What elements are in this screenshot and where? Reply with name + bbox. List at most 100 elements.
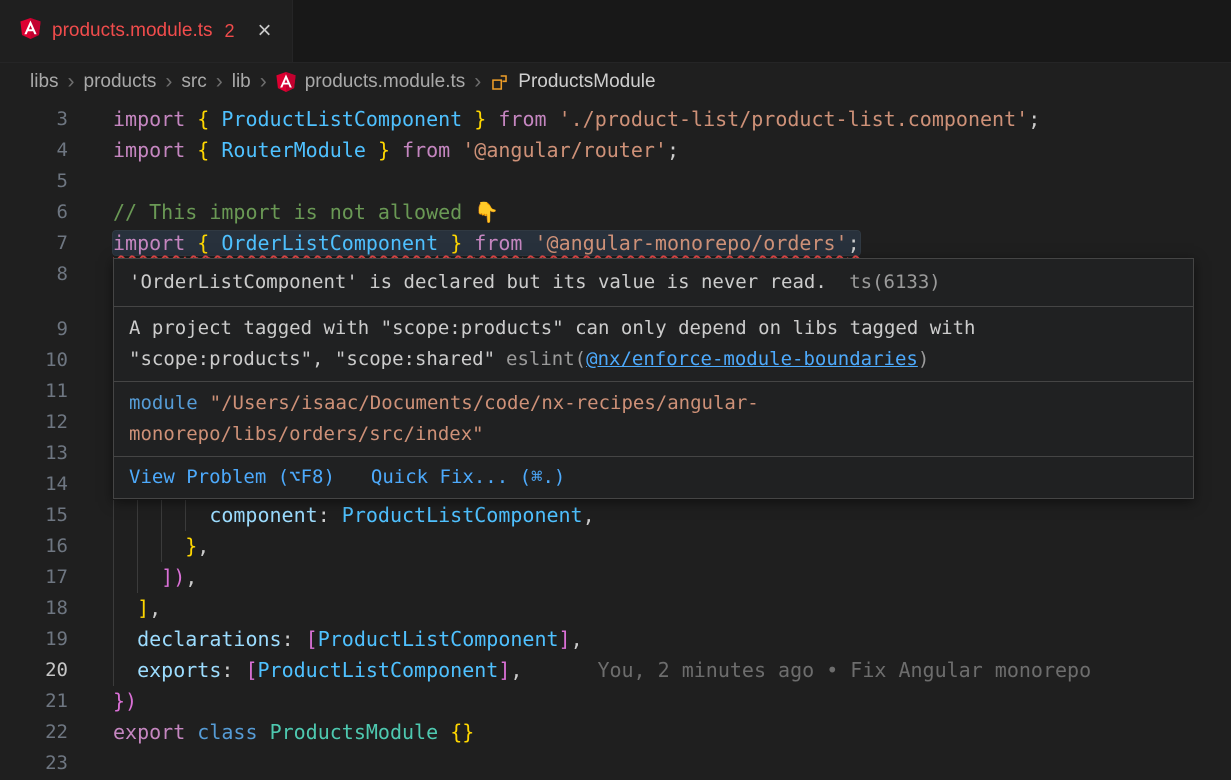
- angular-icon: [276, 72, 296, 92]
- angular-icon: [20, 18, 41, 44]
- breadcrumb-separator: ›: [465, 70, 490, 94]
- code-text: import { RouterModule } from '@angular/r…: [113, 135, 679, 166]
- code-line[interactable]: 3 import { ProductListComponent } from '.…: [0, 104, 1231, 135]
- code-text: },: [113, 531, 209, 562]
- ts-diagnostic: 'OrderListComponent' is declared but its…: [114, 259, 1193, 307]
- eslint-diagnostic: A project tagged with "scope:products" c…: [114, 307, 1193, 382]
- code-line[interactable]: 6 // This import is not allowed 👇: [0, 197, 1231, 228]
- breadcrumb-label: src: [181, 71, 206, 93]
- breadcrumb-item-src[interactable]: src: [181, 71, 206, 93]
- view-problem-action[interactable]: View Problem (⌥F8): [129, 462, 335, 493]
- line-number: 17: [0, 562, 68, 593]
- ts-diagnostic-message: 'OrderListComponent' is declared but its…: [129, 271, 827, 293]
- line-number: 9: [0, 314, 68, 345]
- breadcrumb-label: libs: [30, 71, 59, 93]
- code-line[interactable]: 22 export class ProductsModule {}: [0, 717, 1231, 748]
- tab-products-module[interactable]: products.module.ts 2 ×: [0, 0, 293, 62]
- indent-guide: [113, 593, 137, 624]
- indent-guide: [185, 500, 209, 531]
- indent-guide: [113, 500, 137, 531]
- indent-guide: [113, 624, 137, 655]
- line-number: 13: [0, 438, 68, 469]
- code-text: import { ProductListComponent } from './…: [113, 104, 1040, 135]
- line-number: 20: [0, 655, 68, 686]
- indent-guide: [113, 531, 137, 562]
- breadcrumb-item-lib[interactable]: lib: [232, 71, 251, 93]
- indent-guide: [161, 500, 185, 531]
- code-line[interactable]: 18],: [0, 593, 1231, 624]
- breadcrumb-separator: ›: [251, 70, 276, 94]
- eslint-rule-link[interactable]: @nx/enforce-module-boundaries: [586, 348, 918, 370]
- line-number: 8: [0, 259, 68, 290]
- module-path: "/Users/isaac/Documents/code/nx-recipes/…: [129, 392, 759, 445]
- close-icon[interactable]: ×: [258, 19, 272, 43]
- code-text: declarations: [ProductListComponent],: [113, 624, 583, 655]
- hover-tooltip: 'OrderListComponent' is declared but its…: [113, 258, 1194, 499]
- breadcrumb-label: products: [84, 71, 157, 93]
- tab-bar: products.module.ts 2 ×: [0, 0, 1231, 63]
- code-text: import { OrderListComponent } from '@ang…: [113, 228, 860, 259]
- line-number: 21: [0, 686, 68, 717]
- breadcrumb-item-products-module-ts[interactable]: products.module.ts: [276, 71, 466, 93]
- symbol-class-icon: [490, 73, 509, 92]
- line-number: 22: [0, 717, 68, 748]
- breadcrumb-separator: ›: [156, 70, 181, 94]
- line-number: 3: [0, 104, 68, 135]
- eslint-source-suffix: ): [918, 348, 929, 370]
- line-number: 16: [0, 531, 68, 562]
- code-line[interactable]: 21}): [0, 686, 1231, 717]
- breadcrumb-item-libs[interactable]: libs: [30, 71, 59, 93]
- code-line[interactable]: 19 declarations: [ProductListComponent],: [0, 624, 1231, 655]
- line-number: 11: [0, 376, 68, 407]
- breadcrumb-separator: ›: [59, 70, 84, 94]
- breadcrumb: libs›products›src›lib›products.module.ts…: [0, 63, 1231, 101]
- line-number: 4: [0, 135, 68, 166]
- code-line[interactable]: 16},: [0, 531, 1231, 562]
- indent-guide: [137, 500, 161, 531]
- code-editor[interactable]: 3 import { ProductListComponent } from '.…: [0, 101, 1231, 779]
- code-line[interactable]: 7 import { OrderListComponent } from '@an…: [0, 228, 1231, 259]
- code-line[interactable]: 17]),: [0, 562, 1231, 593]
- code-line[interactable]: 5: [0, 166, 1231, 197]
- code-line[interactable]: 23: [0, 748, 1231, 779]
- module-keyword: module: [129, 392, 198, 414]
- breadcrumb-item-productsmodule[interactable]: ProductsModule: [490, 71, 655, 93]
- code-text: component: ProductListComponent,: [113, 500, 595, 531]
- code-text: exports: [ProductListComponent],You, 2 m…: [113, 655, 1091, 686]
- code-text: // This import is not allowed 👇: [113, 197, 499, 228]
- code-text: ],: [113, 593, 161, 624]
- code-line[interactable]: 20 exports: [ProductListComponent],You, 2…: [0, 655, 1231, 686]
- code-text: ]),: [113, 562, 197, 593]
- indent-guide: [113, 562, 137, 593]
- breadcrumb-separator: ›: [207, 70, 232, 94]
- line-number: 18: [0, 593, 68, 624]
- quick-fix-action[interactable]: Quick Fix... (⌘.): [371, 462, 565, 493]
- error-squiggle-range: import { OrderListComponent } from '@ang…: [113, 231, 860, 255]
- breadcrumb-label: lib: [232, 71, 251, 93]
- tab-problems-badge: 2: [225, 21, 235, 42]
- line-number: 7: [0, 228, 68, 259]
- breadcrumb-item-products[interactable]: products: [84, 71, 157, 93]
- tab-title: products.module.ts: [52, 20, 213, 42]
- indent-guide: [137, 562, 161, 593]
- line-number: 19: [0, 624, 68, 655]
- git-blame-annotation: You, 2 minutes ago • Fix Angular monorep…: [597, 658, 1091, 682]
- line-number: 6: [0, 197, 68, 228]
- breadcrumb-label: ProductsModule: [518, 71, 655, 93]
- line-number: 14: [0, 469, 68, 500]
- code-line[interactable]: 15 component: ProductListComponent,: [0, 500, 1231, 531]
- module-info: module"/Users/isaac/Documents/code/nx-re…: [114, 382, 1193, 457]
- code-line[interactable]: 4 import { RouterModule } from '@angular/…: [0, 135, 1231, 166]
- indent-guide: [137, 531, 161, 562]
- line-number: 12: [0, 407, 68, 438]
- ts-diagnostic-source: ts(6133): [849, 271, 941, 293]
- breadcrumb-label: products.module.ts: [305, 71, 466, 93]
- code-text: }): [113, 686, 137, 717]
- line-number: 5: [0, 166, 68, 197]
- line-number: 10: [0, 345, 68, 376]
- indent-guide: [113, 655, 137, 686]
- code-text: export class ProductsModule {}: [113, 717, 474, 748]
- indent-guide: [161, 531, 185, 562]
- line-number: 15: [0, 500, 68, 531]
- eslint-source-prefix: eslint(: [506, 348, 586, 370]
